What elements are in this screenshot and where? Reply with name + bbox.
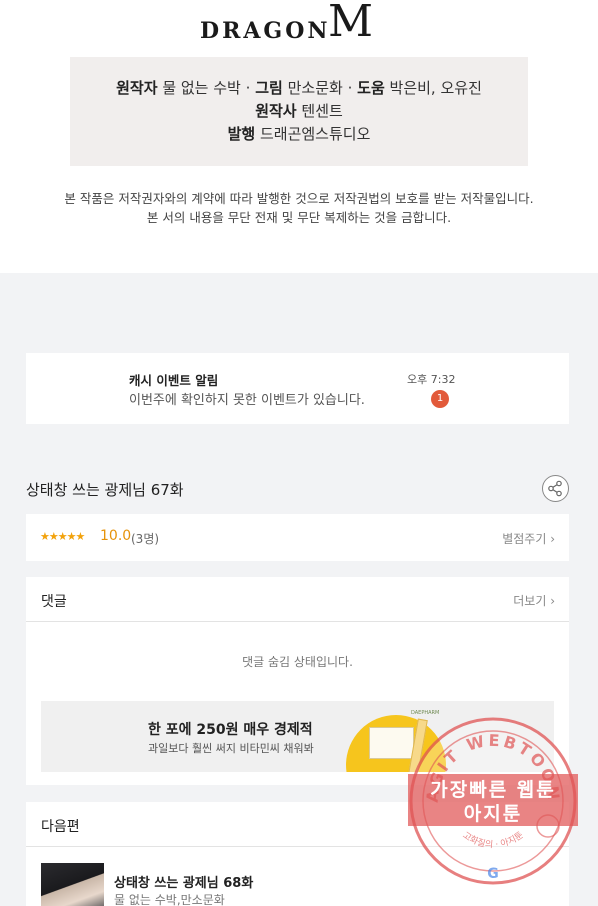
rating-bar: ★★★★★ 10.0 (3명) 별점주기 ›: [26, 514, 569, 561]
artist-value: 만소문화: [287, 79, 343, 97]
credits-line-3: 발행 드래곤엠스튜디오: [70, 123, 528, 146]
artist-label: 그림: [255, 79, 283, 97]
credits-box: 원작자 물 없는 수박 · 그림 만소문화 · 도움 박은비, 오유진 원작사 …: [70, 57, 528, 166]
publisher-logo: DRAGON M: [200, 0, 400, 47]
rating-count: (3명): [131, 532, 160, 546]
author-label: 원작자: [116, 79, 158, 97]
next-episode-section: 다음편 상태창 쓰는 광제님 68화 물 없는 수박,만소문화: [26, 802, 569, 906]
next-episode-meta: 물 없는 수박,만소문화: [114, 893, 225, 906]
book-info-section: DRAGON M 원작자 물 없는 수박 · 그림 만소문화 · 도움 박은비,…: [0, 0, 598, 273]
rating-score: 10.0: [100, 528, 132, 544]
assistant-value: 박은비, 오유진: [389, 79, 482, 97]
notice-time: 오후 7:32: [407, 373, 456, 386]
rating-stars: ★★★★★: [40, 530, 85, 543]
notice-body: 이번주에 확인하지 못한 이벤트가 있습니다.: [129, 393, 365, 408]
cash-event-notice[interactable]: 캐시 이벤트 알림 이번주에 확인하지 못한 이벤트가 있습니다. 오후 7:3…: [26, 353, 569, 424]
next-header: 다음편: [26, 802, 569, 847]
rate-button[interactable]: 별점주기 ›: [502, 530, 555, 547]
logo-wordmark: DRAGON: [200, 18, 331, 44]
ad-title: 한 포에 250원 매우 경제적: [148, 722, 313, 738]
comments-hidden-message: 댓글 숨김 상태입니다.: [242, 655, 353, 669]
author-value: 물 없는 수박: [162, 79, 241, 97]
ad-brand: DAEPHARM: [411, 710, 440, 716]
credits-separator: ·: [347, 79, 353, 97]
publisher-label: 발행: [227, 125, 256, 143]
credits-line-1: 원작자 물 없는 수박 · 그림 만소문화 · 도움 박은비, 오유진: [70, 77, 528, 100]
copyright-line-2: 본 서의 내용을 무단 전재 및 무단 복제하는 것을 금합니다.: [146, 210, 452, 225]
copyright-line-1: 본 작품은 저작권자와의 계약에 따라 발행한 것으로 저작권법의 보호를 받는…: [64, 191, 534, 206]
notice-title: 캐시 이벤트 알림: [129, 373, 219, 388]
comments-more-link[interactable]: 더보기 ›: [513, 592, 555, 609]
original-publisher-value: 텐센트: [301, 102, 343, 120]
notice-badge: 1: [431, 390, 449, 408]
next-episode-item[interactable]: 상태창 쓰는 광제님 68화 물 없는 수박,만소문화: [41, 863, 554, 906]
ad-banner[interactable]: 한 포에 250원 매우 경제적 과일보다 훨씬 써지 비타민씨 채워봐 DAE…: [41, 701, 554, 772]
comments-section: 댓글 더보기 › 댓글 숨김 상태입니다. 한 포에 250원 매우 경제적 과…: [26, 577, 569, 785]
original-publisher-label: 원작사: [255, 102, 297, 120]
ad-product-box: [369, 727, 414, 759]
publisher-value: 드래곤엠스튜디오: [259, 125, 371, 143]
credits-line-2: 원작사 텐센트: [70, 100, 528, 123]
next-episode-thumbnail: [41, 863, 104, 906]
comments-title: 댓글: [41, 594, 67, 610]
assistant-label: 도움: [357, 79, 385, 97]
next-title: 다음편: [41, 819, 80, 835]
share-icon: [548, 480, 562, 497]
copyright-notice: 본 작품은 저작권자와의 계약에 따라 발행한 것으로 저작권법의 보호를 받는…: [0, 189, 598, 227]
share-button[interactable]: [542, 475, 569, 502]
logo-mark: M: [328, 0, 374, 47]
episode-title: 상태창 쓰는 광제님 67화: [26, 481, 184, 499]
credits-separator: ·: [245, 79, 251, 97]
comments-header: 댓글 더보기 ›: [26, 577, 569, 622]
next-episode-title: 상태창 쓰는 광제님 68화: [114, 876, 254, 891]
ad-subtitle: 과일보다 훨씬 써지 비타민씨 채워봐: [148, 742, 314, 755]
